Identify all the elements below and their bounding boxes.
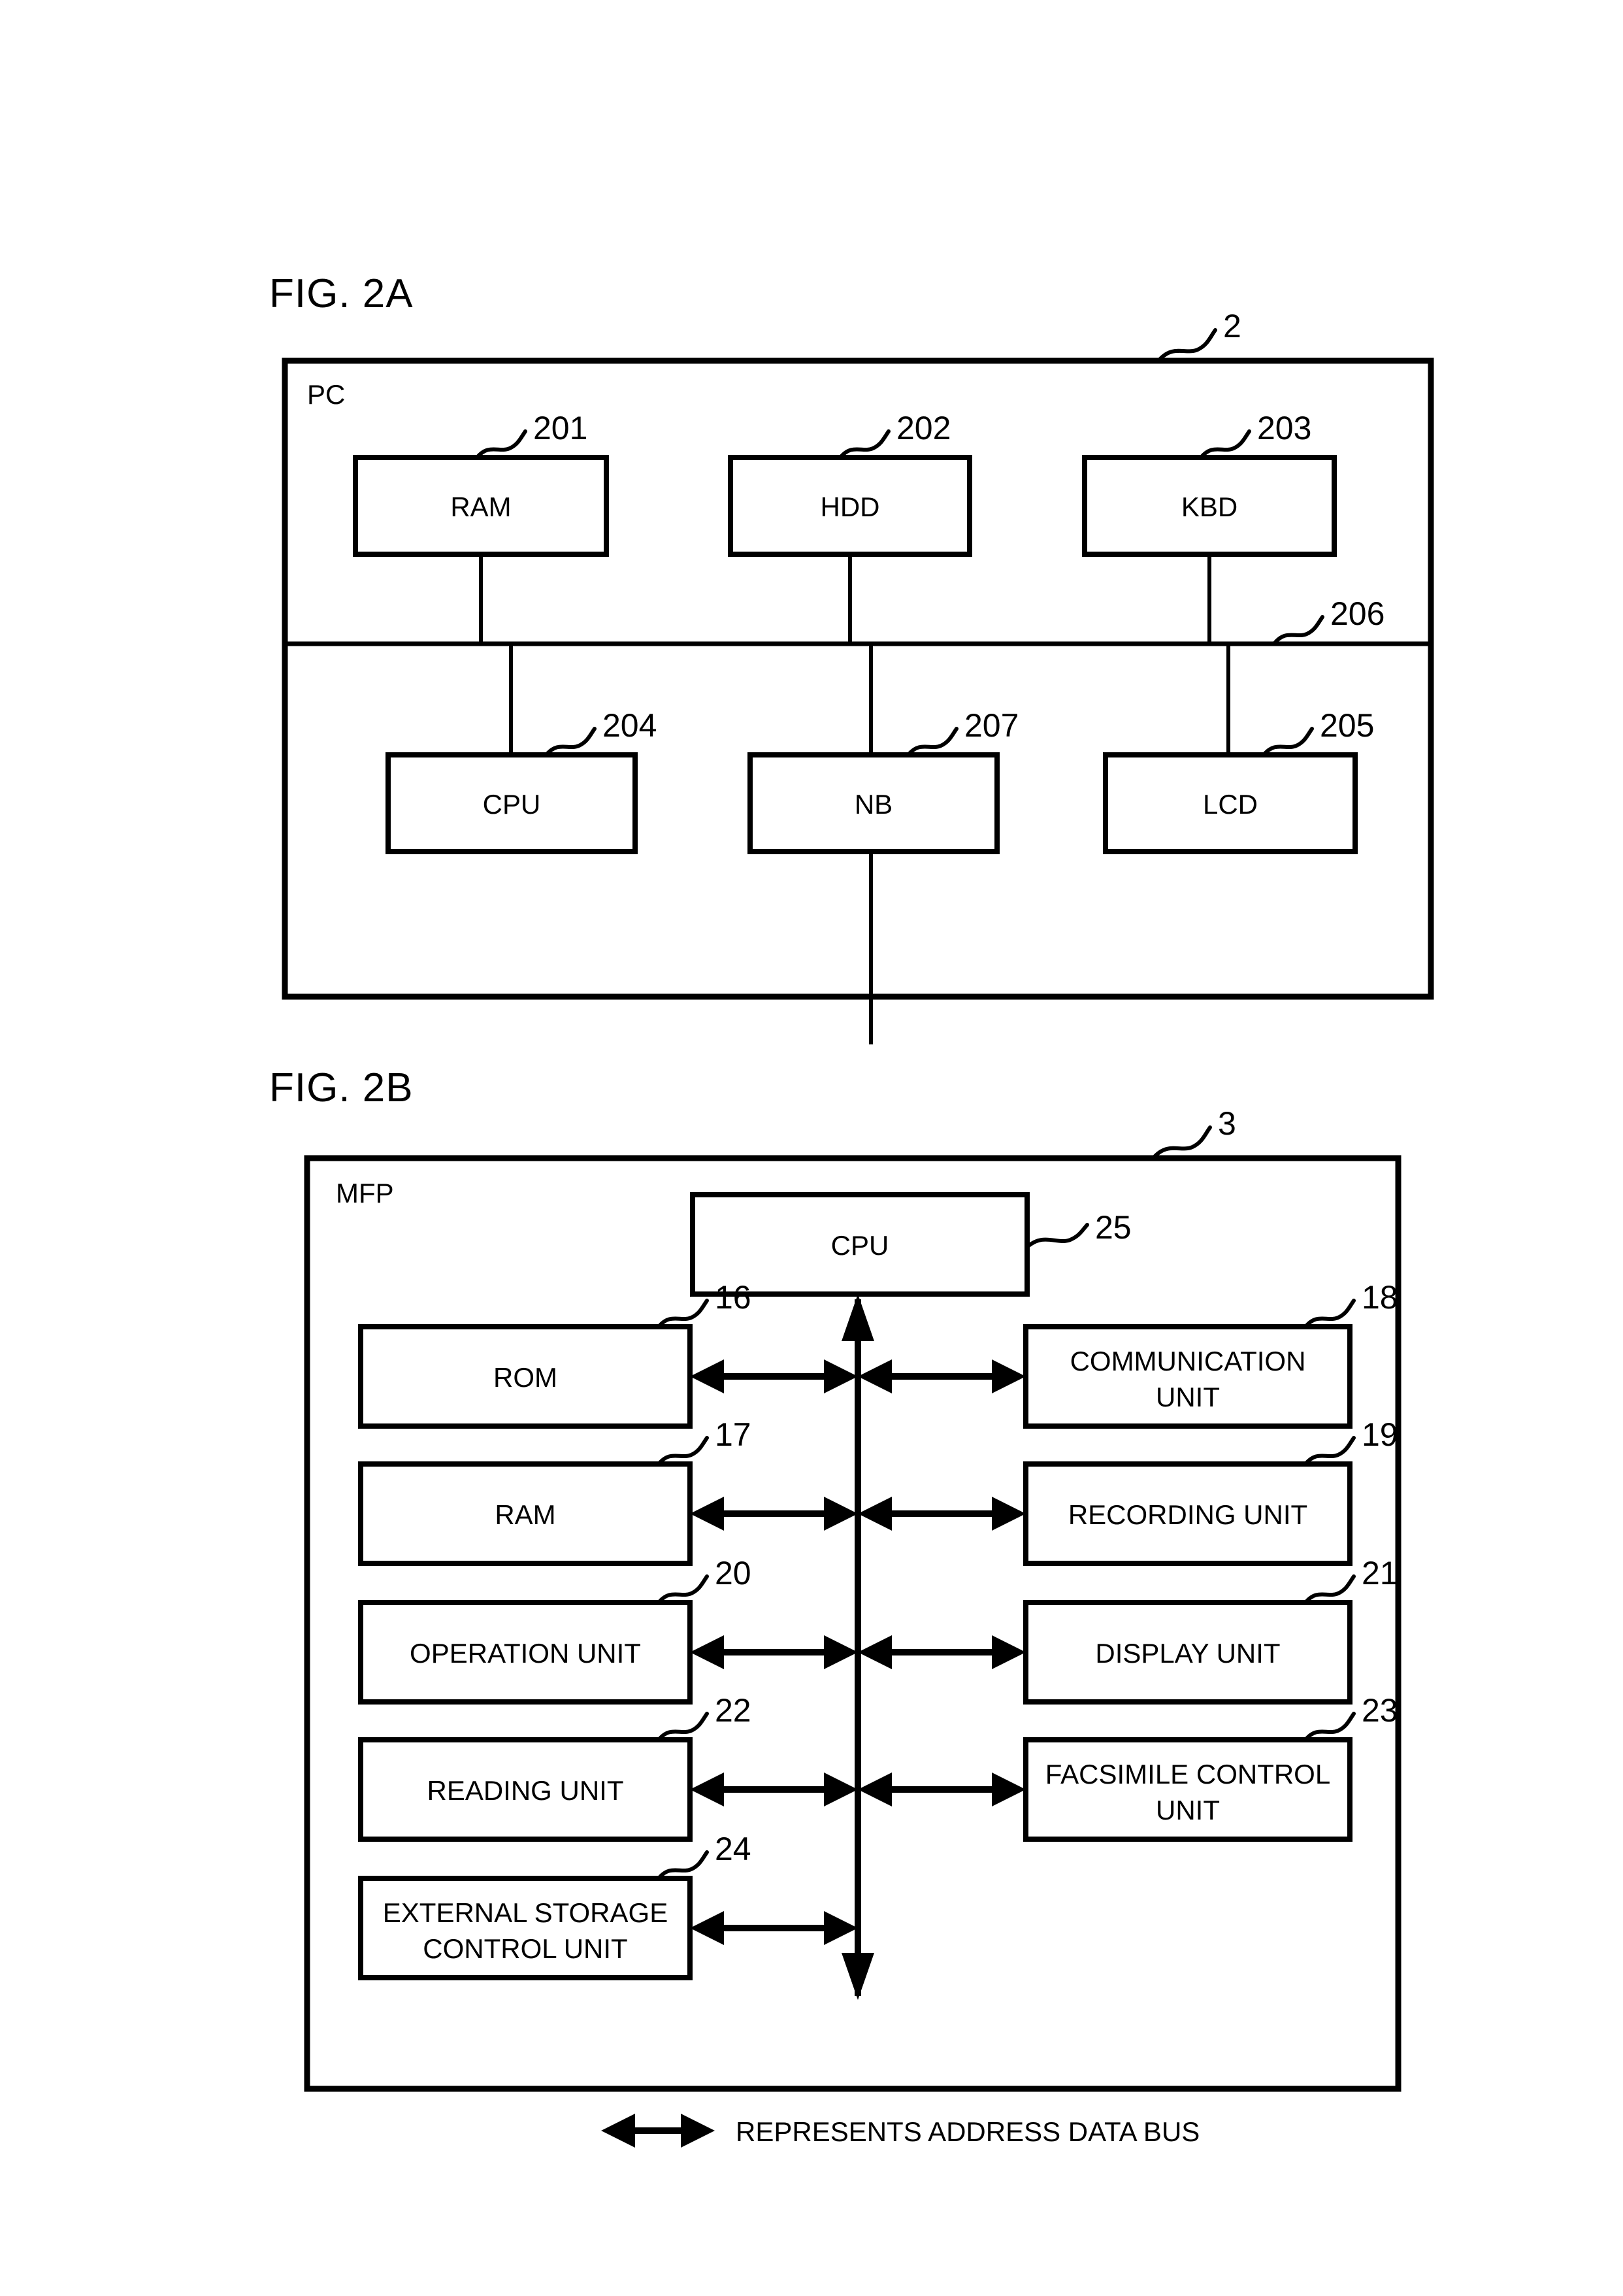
figure-2b-title: FIG. 2B: [269, 1065, 414, 1110]
block-external-storage-control-unit-24-ref: 24: [715, 1831, 751, 1867]
block-display-unit-21-leader: [1303, 1574, 1356, 1605]
mfp-ref-leader: [1151, 1125, 1212, 1160]
block-facsimile-control-unit-23-label-line2: UNIT: [1156, 1795, 1220, 1825]
block-display-unit-21-label: DISPLAY UNIT: [1095, 1638, 1280, 1669]
arrow-rom-bus-head-right: [824, 1359, 858, 1393]
block-external-storage-control-unit-24-label-line1: EXTERNAL STORAGE: [383, 1897, 668, 1928]
block-kbd-203-label: KBD: [1181, 491, 1238, 522]
legend-arrow-head-left: [601, 2114, 635, 2148]
block-lcd-205-label: LCD: [1203, 789, 1258, 820]
block-nb-207-leader: [906, 727, 959, 757]
legend-arrow-head-right: [681, 2114, 715, 2148]
block-operation-unit-20-ref: 20: [715, 1555, 751, 1591]
legend-label: REPRESENTS ADDRESS DATA BUS: [736, 2116, 1200, 2147]
arrow-bus-display-head-right: [992, 1635, 1026, 1669]
block-communication-unit-18-label-line1: COMMUNICATION: [1070, 1346, 1306, 1376]
pc-bus-206-ref: 206: [1330, 595, 1385, 632]
block-cpu-204-leader: [544, 727, 597, 757]
figure-2a-group: FIG. 2A PC 2 RAM 201 HDD 202 KBD 203 206…: [269, 271, 1434, 1044]
block-communication-unit-18-label-line2: UNIT: [1156, 1382, 1220, 1412]
block-rom-16-label: ROM: [493, 1362, 557, 1393]
pc-ref-number: 2: [1223, 308, 1241, 344]
block-operation-unit-20-label: OPERATION UNIT: [410, 1638, 641, 1669]
pc-container-label: PC: [307, 379, 345, 410]
block-ram-201-label: RAM: [450, 491, 511, 522]
block-mfp-ram-17-ref: 17: [715, 1416, 751, 1453]
block-reading-unit-22-ref: 22: [715, 1692, 751, 1729]
block-rom-16-ref: 16: [715, 1279, 751, 1316]
arrow-bus-comm-head-left: [858, 1359, 892, 1393]
mfp-ref-number: 3: [1218, 1105, 1236, 1142]
block-cpu-204-label: CPU: [483, 789, 541, 820]
block-reading-unit-22-leader: [657, 1712, 709, 1742]
block-hdd-202-leader: [838, 429, 891, 459]
block-cpu-204-ref: 204: [602, 707, 657, 744]
block-external-storage-control-unit-24-label-line2: CONTROL UNIT: [423, 1933, 627, 1964]
block-external-storage-control-unit-24-leader: [657, 1850, 709, 1880]
block-rom-16-leader: [657, 1299, 709, 1329]
arrow-ram-bus-head-left: [690, 1497, 724, 1531]
arrow-external-storage-bus-head-left: [690, 1911, 724, 1945]
arrow-bus-facsimile-head-left: [858, 1772, 892, 1806]
arrow-external-storage-bus-head-right: [824, 1911, 858, 1945]
block-kbd-203-ref: 203: [1257, 410, 1311, 446]
arrow-bus-recording-head-left: [858, 1497, 892, 1531]
block-hdd-202-ref: 202: [896, 410, 951, 446]
figure-2a-title: FIG. 2A: [269, 271, 414, 316]
arrow-bus-display-head-left: [858, 1635, 892, 1669]
block-mfp-ram-17-label: RAM: [495, 1499, 555, 1530]
block-communication-unit-18-leader: [1303, 1299, 1356, 1329]
arrow-bus-recording-head-right: [992, 1497, 1026, 1531]
block-facsimile-control-unit-23-ref: 23: [1362, 1692, 1398, 1729]
pc-bus-206-leader: [1272, 615, 1324, 646]
block-nb-207-label: NB: [855, 789, 893, 820]
block-mfp-cpu-25-ref: 25: [1095, 1209, 1132, 1246]
block-facsimile-control-unit-23-label-line1: FACSIMILE CONTROL: [1045, 1759, 1330, 1789]
legend-group: REPRESENTS ADDRESS DATA BUS: [601, 2114, 1200, 2148]
block-display-unit-21-ref: 21: [1362, 1555, 1398, 1591]
arrow-operation-bus-head-right: [824, 1635, 858, 1669]
figure-canvas: FIG. 2A PC 2 RAM 201 HDD 202 KBD 203 206…: [269, 271, 1434, 2148]
block-ram-201-leader: [475, 429, 527, 459]
block-mfp-cpu-25-leader: [1025, 1223, 1089, 1249]
arrow-reading-bus-head-left: [690, 1772, 724, 1806]
block-lcd-205-leader: [1262, 727, 1314, 757]
pc-ref-leader: [1156, 328, 1217, 363]
block-mfp-ram-17-leader: [657, 1436, 709, 1466]
block-recording-unit-19-ref: 19: [1362, 1416, 1398, 1453]
arrow-bus-facsimile-head-right: [992, 1772, 1026, 1806]
block-ram-201-ref: 201: [533, 410, 587, 446]
block-reading-unit-22-label: READING UNIT: [427, 1775, 623, 1806]
arrow-ram-bus-head-right: [824, 1497, 858, 1531]
arrow-rom-bus-head-left: [690, 1359, 724, 1393]
figure-2b-group: FIG. 2B MFP 3 CPU 25 ROM 16 COMMUNICATIO…: [269, 1065, 1402, 2092]
block-operation-unit-20-leader: [657, 1574, 709, 1605]
arrow-operation-bus-head-left: [690, 1635, 724, 1669]
block-mfp-cpu-25-label: CPU: [831, 1230, 889, 1261]
block-communication-unit-18-ref: 18: [1362, 1279, 1398, 1316]
block-nb-207-ref: 207: [964, 707, 1019, 744]
block-hdd-202-label: HDD: [821, 491, 880, 522]
block-recording-unit-19-label: RECORDING UNIT: [1068, 1499, 1307, 1530]
block-facsimile-control-unit-23-leader: [1303, 1712, 1356, 1742]
block-recording-unit-19-leader: [1303, 1436, 1356, 1466]
mfp-container-label: MFP: [336, 1178, 394, 1208]
patent-figure-sheet: FIG. 2A PC 2 RAM 201 HDD 202 KBD 203 206…: [0, 0, 1623, 2296]
block-kbd-203-leader: [1199, 429, 1251, 459]
arrow-reading-bus-head-right: [824, 1772, 858, 1806]
block-lcd-205-ref: 205: [1320, 707, 1374, 744]
arrow-bus-comm-head-right: [992, 1359, 1026, 1393]
